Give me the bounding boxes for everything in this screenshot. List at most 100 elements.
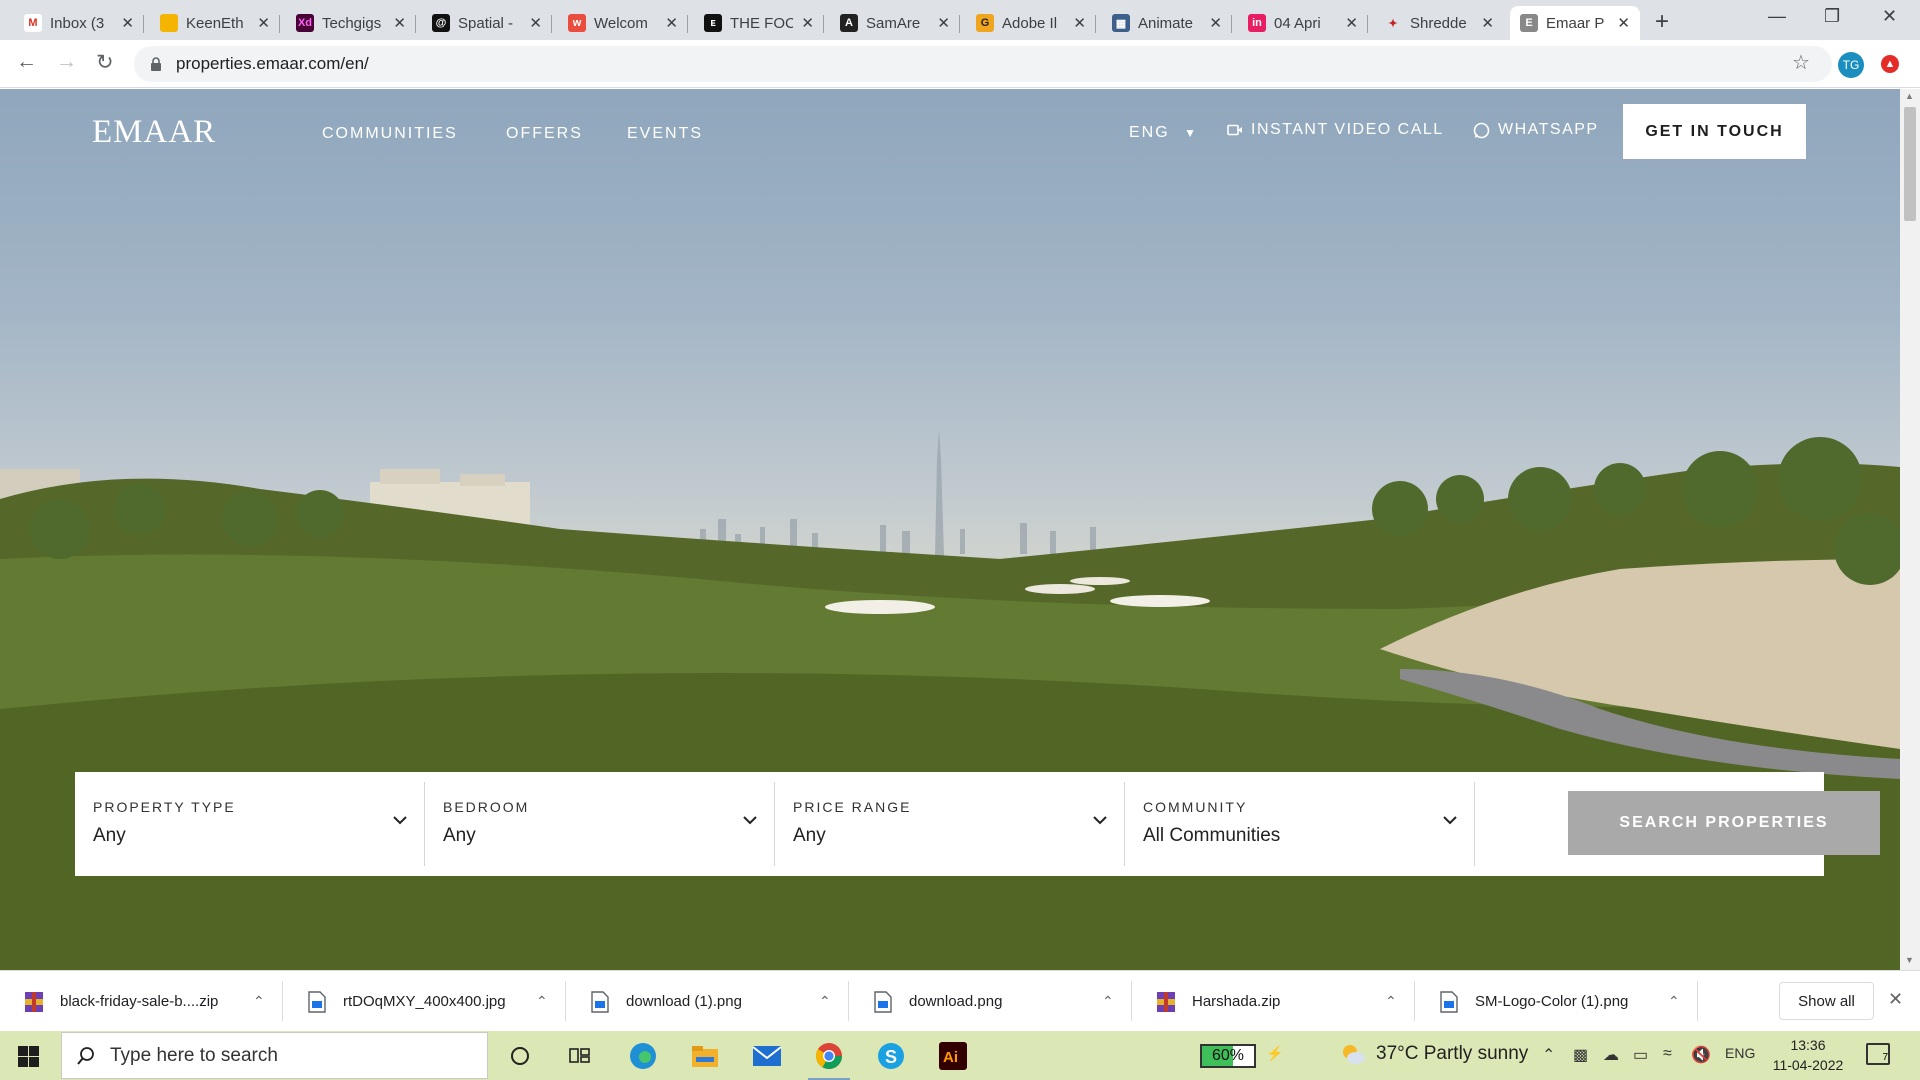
weather-widget[interactable]: 37°C Partly sunny	[1340, 1043, 1528, 1065]
restore-icon[interactable]: ❐	[1824, 6, 1840, 27]
slides-icon	[160, 14, 178, 32]
language-selector[interactable]: ENG ▼	[1129, 124, 1198, 142]
bookmark-star-icon[interactable]: ☆	[1792, 50, 1810, 75]
chevron-up-icon[interactable]: ⌃	[1102, 993, 1132, 1010]
onedrive-icon[interactable]: ☁	[1603, 1045, 1619, 1065]
battery-indicator[interactable]: 60%	[1200, 1044, 1256, 1068]
windows-start-icon[interactable]	[18, 1046, 39, 1067]
chevron-up-icon[interactable]: ⌃	[1542, 1045, 1555, 1065]
caret-down-icon: ▼	[1184, 126, 1199, 140]
browser-tab[interactable]: KeenEth ✕	[150, 6, 280, 40]
download-item[interactable]: Harshada.zip ⌃	[1132, 971, 1415, 1032]
close-tab-icon[interactable]: ✕	[257, 14, 270, 32]
forward-icon[interactable]: →	[56, 50, 77, 74]
input-language[interactable]: ENG	[1725, 1045, 1755, 1061]
price-range-dropdown[interactable]: PRICE RANGE Any	[775, 772, 1125, 876]
property-type-label: PROPERTY TYPE	[93, 799, 236, 815]
video-call-link[interactable]: INSTANT VIDEO CALL	[1227, 121, 1444, 139]
get-in-touch-button[interactable]: GET IN TOUCH	[1623, 104, 1806, 159]
extension-icon[interactable]: ▲	[1881, 55, 1899, 73]
browser-tab[interactable]: E Emaar P ✕	[1510, 6, 1640, 40]
browser-tab[interactable]: G Adobe Il ✕	[966, 6, 1096, 40]
close-tab-icon[interactable]: ✕	[801, 14, 814, 32]
nav-offers[interactable]: OFFERS	[506, 125, 583, 143]
close-window-icon[interactable]: ✕	[1882, 6, 1897, 27]
close-downloads-icon[interactable]: ✕	[1888, 989, 1903, 1010]
profile-avatar[interactable]: TG	[1838, 52, 1864, 78]
browser-tab[interactable]: ✦ Shredde ✕	[1374, 6, 1504, 40]
reload-icon[interactable]: ↻	[96, 50, 114, 75]
bedroom-label: BEDROOM	[443, 799, 530, 815]
nav-communities[interactable]: COMMUNITIES	[322, 125, 458, 143]
skype-icon[interactable]: S	[874, 1039, 908, 1073]
close-tab-icon[interactable]: ✕	[121, 14, 134, 32]
cortana-icon[interactable]	[503, 1039, 537, 1073]
wifi-icon[interactable]: ≈	[1663, 1045, 1672, 1063]
community-dropdown[interactable]: COMMUNITY All Communities	[1125, 772, 1475, 876]
close-tab-icon[interactable]: ✕	[393, 14, 406, 32]
download-filename: download (1).png	[626, 993, 742, 1010]
browser-tab[interactable]: @ Spatial - ✕	[422, 6, 552, 40]
browser-tab[interactable]: ᴇ THE FOC ✕	[694, 6, 824, 40]
close-tab-icon[interactable]: ✕	[1617, 14, 1630, 32]
nav-events[interactable]: EVENTS	[627, 125, 703, 143]
scroll-up-icon[interactable]: ▲	[1905, 91, 1914, 101]
screen: M Inbox (3 ✕ KeenEth ✕ Xd Techgigs ✕ @ Spatial - ✕…	[0, 0, 1920, 1080]
notification-center-icon[interactable]: 7	[1866, 1043, 1890, 1065]
show-all-downloads-button[interactable]: Show all	[1779, 982, 1874, 1020]
scrollbar-thumb[interactable]	[1904, 107, 1916, 221]
chevron-up-icon[interactable]: ⌃	[1668, 993, 1698, 1010]
system-clock[interactable]: 13:36 11-04-2022	[1768, 1035, 1848, 1075]
close-tab-icon[interactable]: ✕	[1209, 14, 1222, 32]
download-item[interactable]: download.png ⌃	[849, 971, 1132, 1032]
task-view-icon[interactable]	[563, 1039, 597, 1073]
minimize-icon[interactable]: —	[1768, 6, 1786, 27]
bedroom-dropdown[interactable]: BEDROOM Any	[425, 772, 775, 876]
browser-tab[interactable]: Xd Techgigs ✕	[286, 6, 416, 40]
search-properties-button[interactable]: SEARCH PROPERTIES	[1568, 791, 1880, 855]
back-icon[interactable]: ←	[16, 50, 37, 74]
chevron-up-icon[interactable]: ⌃	[536, 993, 566, 1010]
download-item[interactable]: download (1).png ⌃	[566, 971, 849, 1032]
browser-tab[interactable]: A SamAre ✕	[830, 6, 960, 40]
close-tab-icon[interactable]: ✕	[529, 14, 542, 32]
foc-icon: ᴇ	[704, 14, 722, 32]
video-call-label: INSTANT VIDEO CALL	[1251, 121, 1444, 138]
property-type-dropdown[interactable]: PROPERTY TYPE Any	[75, 772, 425, 876]
video-camera-icon	[1227, 124, 1242, 136]
close-tab-icon[interactable]: ✕	[1481, 14, 1494, 32]
url-text: properties.emaar.com/en/	[176, 54, 369, 73]
close-tab-icon[interactable]: ✕	[1345, 14, 1358, 32]
close-tab-icon[interactable]: ✕	[665, 14, 678, 32]
browser-tab[interactable]: ▦ Animate ✕	[1102, 6, 1232, 40]
taskbar-search-box[interactable]: Type here to search	[61, 1032, 488, 1079]
emaar-logo[interactable]: EMAAR	[92, 114, 216, 151]
download-item[interactable]: SM-Logo-Color (1).png ⌃	[1415, 971, 1698, 1032]
whatsapp-label: WHATSAPP	[1498, 121, 1599, 138]
invision-icon: in	[1248, 14, 1266, 32]
page-scrollbar[interactable]: ▲ ▼	[1900, 89, 1920, 970]
community-label: COMMUNITY	[1143, 799, 1248, 815]
edge-icon[interactable]	[626, 1039, 660, 1073]
download-item[interactable]: rtDOqMXY_400x400.jpg ⌃	[283, 971, 566, 1032]
browser-tab[interactable]: in 04 Apri ✕	[1238, 6, 1368, 40]
battery-tray-icon[interactable]: ▭	[1633, 1045, 1648, 1065]
url-field[interactable]: properties.emaar.com/en/	[134, 46, 1832, 82]
chevron-up-icon[interactable]: ⌃	[819, 993, 849, 1010]
download-item[interactable]: black-friday-sale-b....zip ⌃	[0, 971, 283, 1032]
file-explorer-icon[interactable]	[688, 1039, 722, 1073]
volume-muted-icon[interactable]: 🔇	[1691, 1045, 1711, 1065]
whatsapp-link[interactable]: WHATSAPP	[1473, 121, 1599, 139]
illustrator-icon[interactable]: Ai	[936, 1039, 970, 1073]
meet-now-icon[interactable]: ▩	[1573, 1045, 1588, 1065]
chrome-icon[interactable]	[808, 1039, 850, 1080]
scroll-down-icon[interactable]: ▼	[1905, 955, 1914, 965]
browser-tab[interactable]: M Inbox (3 ✕	[14, 6, 144, 40]
mail-icon[interactable]	[750, 1039, 784, 1073]
close-tab-icon[interactable]: ✕	[1073, 14, 1086, 32]
new-tab-button[interactable]: +	[1655, 8, 1669, 36]
chevron-up-icon[interactable]: ⌃	[1385, 993, 1415, 1010]
chevron-up-icon[interactable]: ⌃	[253, 993, 283, 1010]
browser-tab[interactable]: w Welcom ✕	[558, 6, 688, 40]
close-tab-icon[interactable]: ✕	[937, 14, 950, 32]
